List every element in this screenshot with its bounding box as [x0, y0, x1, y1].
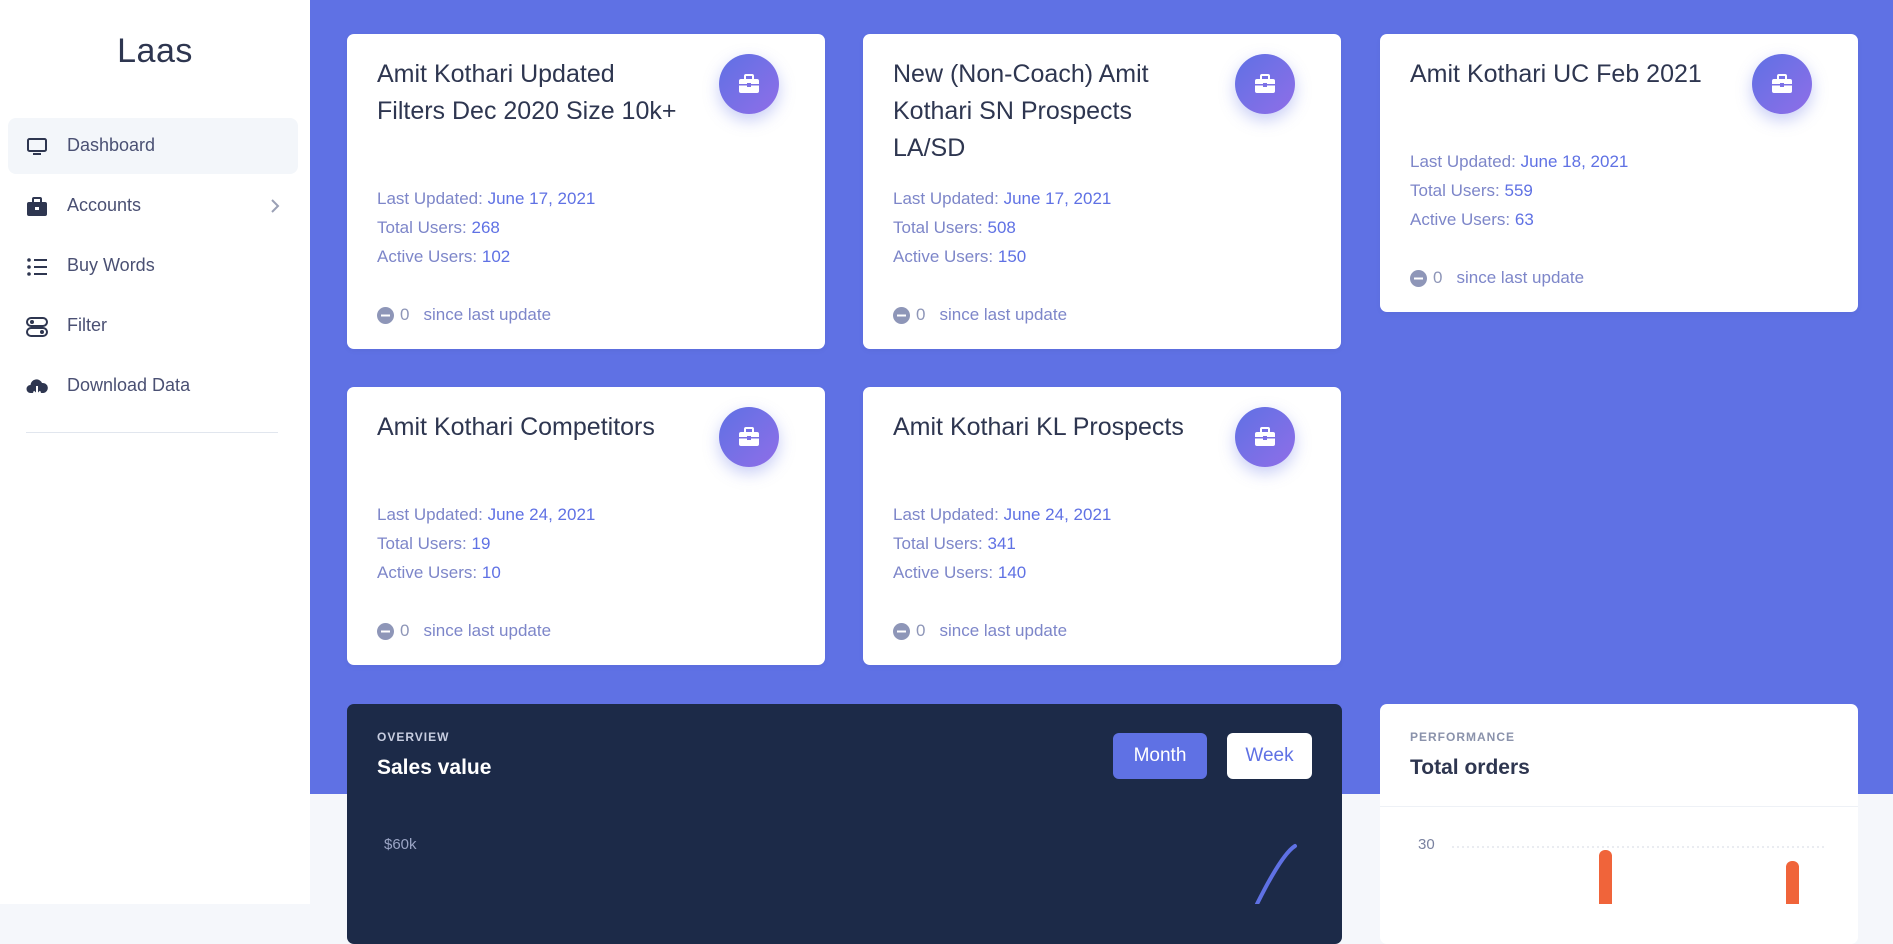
sidebar-divider: [26, 432, 278, 433]
briefcase-icon: [739, 427, 759, 446]
active-users: Active Users: 102: [377, 247, 511, 266]
briefcase-icon: [1772, 74, 1792, 93]
card-badge: [1235, 54, 1295, 114]
performance-panel: PERFORMANCE Total orders 30: [1380, 704, 1858, 944]
sales-series-line: [1255, 844, 1297, 904]
brand-logo[interactable]: Laas: [0, 32, 310, 71]
briefcase-icon: [1255, 74, 1275, 93]
card-badge: [1752, 54, 1812, 114]
minus-circle-icon: [377, 622, 394, 640]
change-indicator: 0 since last update: [377, 621, 551, 641]
sidebar-item-label: Dashboard: [67, 135, 156, 155]
sidebar-item-dashboard[interactable]: Dashboard: [8, 118, 298, 174]
sales-value-panel: OVERVIEW Sales value Month Week $60k: [347, 704, 1342, 944]
last-updated: Last Updated: June 17, 2021: [377, 189, 596, 208]
account-card[interactable]: Amit Kothari KL Prospects Last Updated: …: [863, 387, 1341, 665]
card-title: Amit Kothari Competitors: [377, 413, 655, 441]
cloud-download-icon: [26, 379, 48, 397]
card-title: Amit Kothari KL Prospects: [893, 413, 1184, 441]
sidebar-nav: Dashboard Accounts Buy Words Filter Down…: [8, 118, 298, 418]
active-users: Active Users: 140: [893, 563, 1027, 582]
total-users: Total Users: 19: [377, 534, 491, 553]
card-title: Amit Kothari Updated Filters Dec 2020 Si…: [377, 60, 677, 125]
card-title: New (Non-Coach) Amit Kothari SN Prospect…: [893, 60, 1149, 162]
orders-bar-chart: [1452, 846, 1825, 904]
active-users: Active Users: 63: [1410, 210, 1534, 229]
sidebar-item-buy-words[interactable]: Buy Words: [8, 238, 298, 294]
list-icon: [27, 258, 47, 276]
card-badge: [719, 54, 779, 114]
last-updated: Last Updated: June 17, 2021: [893, 189, 1112, 208]
account-card[interactable]: Amit Kothari UC Feb 2021 Last Updated: J…: [1380, 34, 1858, 312]
total-users: Total Users: 508: [893, 218, 1016, 237]
orders-bar: [1599, 850, 1612, 904]
account-card[interactable]: Amit Kothari Competitors Last Updated: J…: [347, 387, 825, 665]
last-updated: Last Updated: June 24, 2021: [377, 505, 596, 524]
total-users: Total Users: 341: [893, 534, 1016, 553]
orders-bar: [1786, 861, 1799, 904]
sales-line-chart: [1255, 844, 1297, 904]
last-updated: Last Updated: June 18, 2021: [1410, 152, 1629, 171]
minus-circle-icon: [1410, 269, 1427, 287]
minus-circle-icon: [377, 306, 394, 324]
sidebar-item-download-data[interactable]: Download Data: [8, 358, 298, 414]
minus-circle-icon: [893, 622, 910, 640]
briefcase-icon: [739, 74, 759, 93]
active-users: Active Users: 10: [377, 563, 501, 582]
monitor-icon: [27, 138, 47, 155]
sidebar: Laas Dashboard Accounts Buy Words Filter…: [0, 0, 310, 904]
card-badge: [719, 407, 779, 467]
change-indicator: 0 since last update: [893, 305, 1067, 325]
sidebar-item-filter[interactable]: Filter: [8, 298, 298, 354]
change-indicator: 0 since last update: [893, 621, 1067, 641]
change-indicator: 0 since last update: [377, 305, 551, 325]
total-users: Total Users: 268: [377, 218, 500, 237]
active-users: Active Users: 150: [893, 247, 1027, 266]
sidebar-item-label: Buy Words: [67, 255, 155, 275]
change-indicator: 0 since last update: [1410, 268, 1584, 288]
briefcase-icon: [1255, 427, 1275, 446]
account-card[interactable]: New (Non-Coach) Amit Kothari SN Prospect…: [863, 34, 1341, 349]
minus-circle-icon: [893, 306, 910, 324]
sidebar-item-label: Download Data: [67, 375, 191, 395]
last-updated: Last Updated: June 24, 2021: [893, 505, 1112, 524]
card-title: Amit Kothari UC Feb 2021: [1410, 60, 1702, 88]
sidebar-item-label: Filter: [67, 315, 107, 335]
total-users: Total Users: 559: [1410, 181, 1533, 200]
sidebar-item-label: Accounts: [67, 195, 142, 215]
briefcase-icon: [27, 197, 47, 216]
sidebar-item-accounts[interactable]: Accounts: [8, 178, 298, 234]
card-badge: [1235, 407, 1295, 467]
chevron-right-icon: [271, 199, 280, 213]
account-card[interactable]: Amit Kothari Updated Filters Dec 2020 Si…: [347, 34, 825, 349]
toggle-filter-icon: [26, 317, 48, 337]
